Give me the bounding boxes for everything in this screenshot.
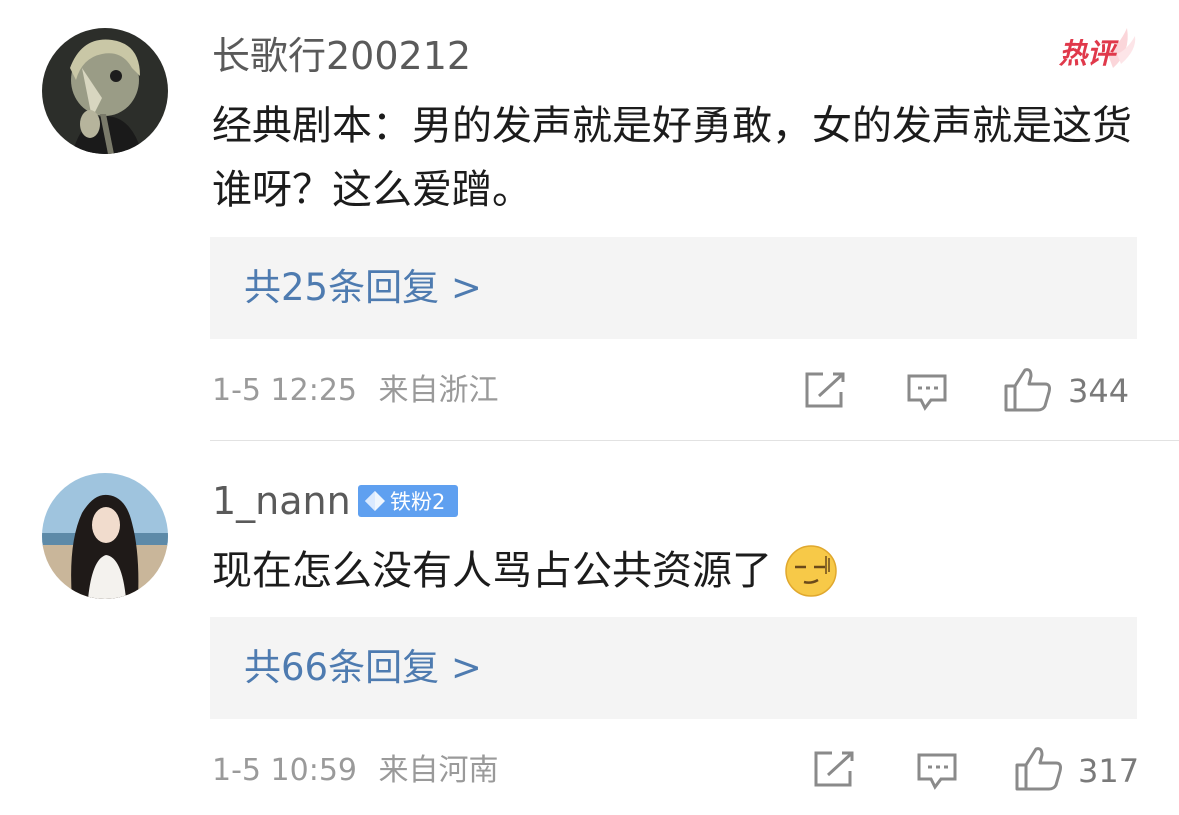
comment-location: 来自河南 (378, 753, 499, 788)
username[interactable]: 1_nann (212, 479, 351, 523)
username[interactable]: 长歌行200212 (212, 34, 471, 78)
reply-count-link[interactable]: 共25条回复 > (244, 265, 482, 311)
comment-location: 来自浙江 (378, 373, 499, 408)
comment-text: 现在怎么没有人骂占公共资源了 (212, 539, 1142, 603)
fan-badge: 铁粉2 (358, 485, 458, 517)
like-count: 344 (1068, 372, 1130, 410)
comment-icon[interactable] (905, 372, 949, 416)
comment-meta: 1-5 12:25 来自浙江 (212, 371, 499, 411)
comment-time: 1-5 10:59 (212, 753, 357, 788)
comment-time: 1-5 12:25 (212, 373, 357, 408)
comment-text-body: 现在怎么没有人骂占公共资源了 (212, 548, 772, 594)
comment-item: 长歌行200212 热评 经典剧本：男的发声就是好勇敢，女的发声就是这货谁呀？这… (0, 0, 1179, 440)
hot-comment-label: 热评 (1059, 37, 1116, 70)
like-count: 317 (1078, 752, 1140, 790)
awkward-smile-emoji (785, 545, 837, 597)
avatar[interactable] (42, 28, 168, 154)
share-icon[interactable] (812, 749, 856, 793)
comment-meta: 1-5 10:59 来自河南 (212, 751, 499, 791)
comment-icon[interactable] (915, 751, 959, 795)
like-icon[interactable] (1003, 366, 1053, 418)
comment-item: 1_nann 铁粉2 现在怎么没有人骂占公共资源了 共66条回复 > 1-5 1… (0, 441, 1179, 815)
avatar[interactable] (42, 473, 168, 599)
reply-count-link[interactable]: 共66条回复 > (244, 645, 482, 691)
hot-comment-tag: 热评 (1057, 22, 1137, 74)
like-icon[interactable] (1014, 745, 1064, 797)
share-icon[interactable] (803, 370, 847, 414)
diamond-icon (365, 491, 385, 511)
fan-badge-label: 铁粉2 (390, 490, 446, 514)
reply-summary[interactable]: 共66条回复 > (210, 617, 1137, 719)
reply-summary[interactable]: 共25条回复 > (210, 237, 1137, 339)
comment-text: 经典剧本：男的发声就是好勇敢，女的发声就是这货谁呀？这么爱蹭。 (212, 103, 1132, 213)
